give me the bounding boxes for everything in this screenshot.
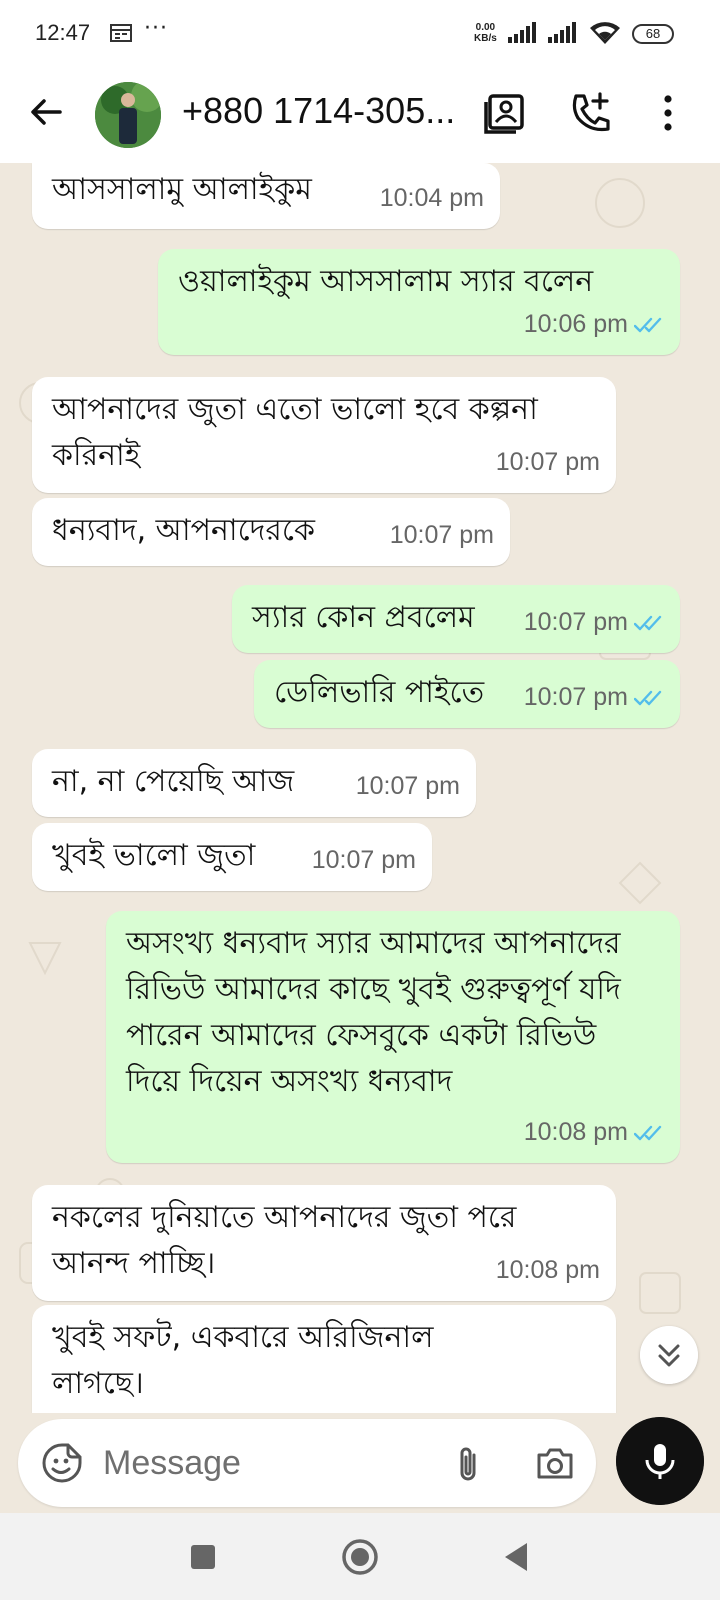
message-meta: 10:08 pm [524,1109,664,1155]
status-bar: 12:47 ··· 0.00 KB/s 68 [0,0,720,70]
status-time: 12:47 [35,20,91,45]
message-text: ওয়ালাইকুম আসসালাম স্যার বলেন [178,264,594,299]
mic-button[interactable] [616,1417,704,1505]
message-incoming[interactable]: না, না পেয়েছি আজ 10:07 pm [32,749,476,817]
more-notifications-indicator: ··· [144,16,168,41]
message-outgoing[interactable]: অসংখ্য ধন্যবাদ স্যার আমাদের আপনাদের রিভি… [106,911,680,1163]
message-time: 10:07 pm [523,608,628,636]
message-input-container[interactable] [18,1419,596,1507]
camera-icon[interactable] [533,1441,577,1485]
message-text: অসংখ্য ধন্যবাদ স্যার আমাদের আপনাদের রিভি… [126,926,621,1099]
compose-bar [0,1413,720,1513]
sticker-emoji-icon[interactable] [40,1441,84,1485]
message-time: 10:07 pm [311,846,416,874]
message-time: 10:08 pm [495,1256,600,1284]
message-text: খুবই সফট, একবারে অরিজিনাল লাগছে। [52,1320,434,1401]
avatar[interactable] [95,82,161,148]
signal-icon [548,22,576,43]
network-speed: 0.00 KB/s [474,22,497,44]
wifi-icon [590,22,620,44]
recent-apps-button[interactable] [181,1535,225,1579]
message-time: 10:07 pm [495,448,600,476]
message-outgoing[interactable]: ডেলিভারি পাইতে 10:07 pm [254,660,680,728]
message-incoming[interactable]: নকলের দুনিয়াতে আপনাদের জুতা পরে আনন্দ প… [32,1185,616,1301]
more-vert-icon[interactable] [645,90,691,136]
message-meta: 10:07 pm [524,599,664,645]
network-speed-value: 0.00 [475,22,496,33]
attach-icon[interactable] [446,1441,490,1485]
chat-area[interactable]: আসসালামু আলাইকুম 10:04 pm ওয়ালাইকুম আসস… [0,163,720,1413]
home-button[interactable] [338,1535,382,1579]
add-call-icon[interactable] [568,90,614,136]
contact-card-icon[interactable] [482,90,528,136]
scroll-to-bottom-button[interactable] [640,1326,698,1384]
message-outgoing[interactable]: ওয়ালাইকুম আসসালাম স্যার বলেন 10:06 pm [158,249,680,355]
signal-icon [508,22,536,43]
back-button[interactable] [495,1535,539,1579]
message-time: 10:07 pm [389,521,494,549]
read-receipt-icon [634,1126,662,1141]
message-time: 10:07 pm [355,772,460,800]
message-incoming[interactable]: খুবই সফট, একবারে অরিজিনাল লাগছে। [32,1305,616,1413]
message-meta: 10:07 pm [524,674,664,720]
battery-icon: 68 [632,24,674,44]
back-arrow-icon[interactable] [26,92,66,132]
system-navigation-bar [0,1513,720,1600]
message-meta: 10:06 pm [524,301,664,347]
read-receipt-icon [634,691,662,706]
read-receipt-icon [634,318,662,333]
message-incoming[interactable]: আপনাদের জুতা এতো ভালো হবে কল্পনা করিনাই … [32,377,616,493]
message-incoming[interactable]: খুবই ভালো জুতা 10:07 pm [32,823,432,891]
contact-name[interactable]: +880 1714-305... [182,90,455,132]
message-time: 10:08 pm [523,1118,628,1146]
calendar-icon [110,24,132,42]
message-time: 10:06 pm [523,310,628,338]
network-speed-unit: KB/s [474,33,497,44]
message-incoming[interactable]: আসসালামু আলাইকুম 10:04 pm [32,163,500,229]
chat-header: +880 1714-305... [0,70,720,163]
message-input[interactable] [103,1437,433,1489]
message-time: 10:04 pm [379,184,484,212]
read-receipt-icon [634,616,662,631]
message-outgoing[interactable]: স্যার কোন প্রবলেম 10:07 pm [232,585,680,653]
message-incoming[interactable]: ধন্যবাদ, আপনাদেরকে 10:07 pm [32,498,510,566]
message-time: 10:07 pm [523,683,628,711]
